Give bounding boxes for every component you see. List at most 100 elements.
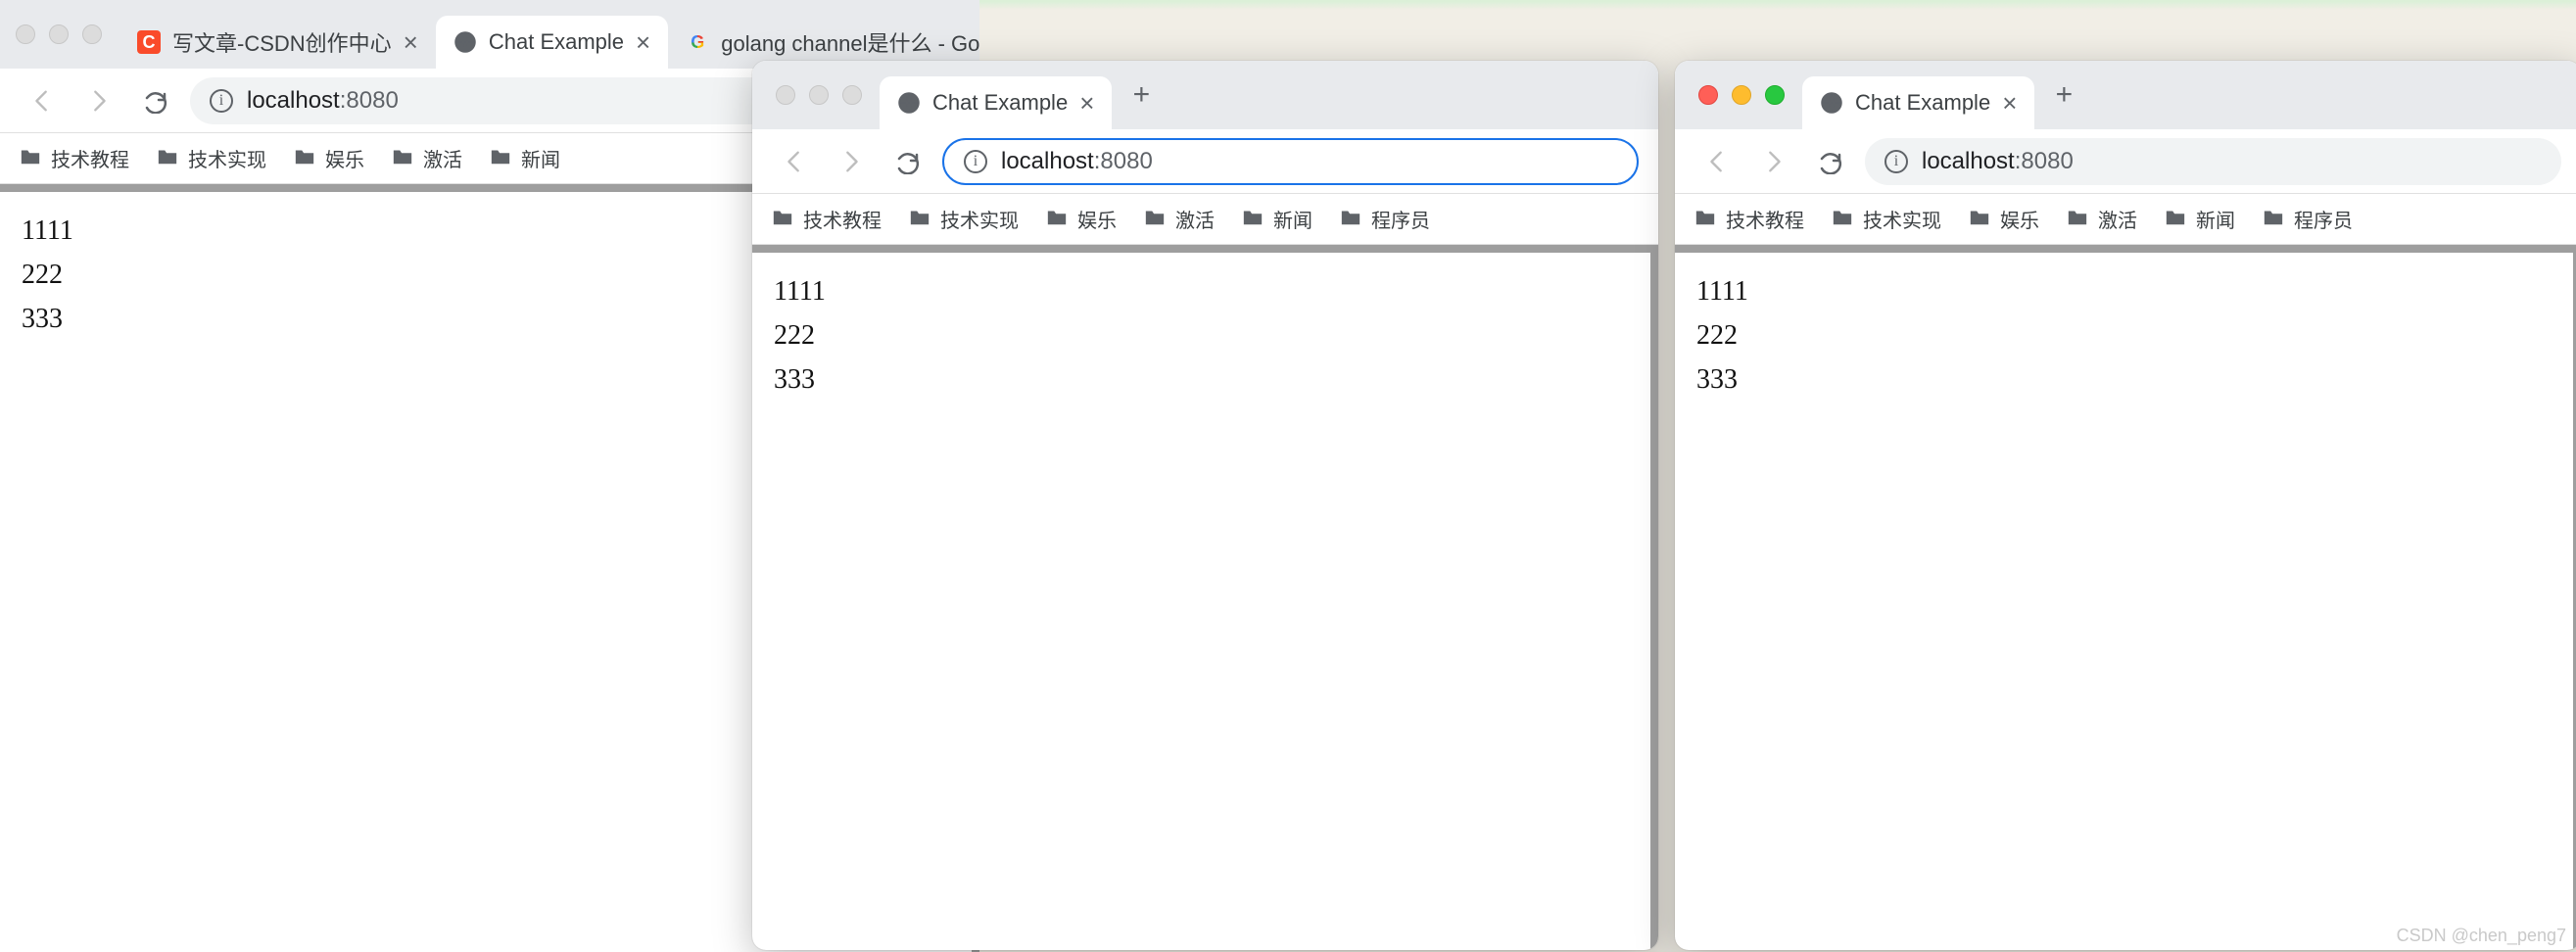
bookmark-label: 激活 [2098, 205, 2137, 233]
tab-close-icon[interactable]: × [404, 27, 418, 58]
bookmark-folder[interactable]: 技术教程 [772, 205, 882, 233]
tab-chat-example[interactable]: Chat Example × [1802, 76, 2034, 129]
bookmark-label: 娱乐 [325, 144, 364, 172]
titlebar[interactable]: Chat Example × + [1675, 61, 2576, 129]
toolbar: i localhost:8080 [1675, 129, 2576, 194]
bookmark-label: 激活 [423, 144, 462, 172]
globe-favicon-icon [453, 30, 477, 54]
chat-line: 333 [774, 358, 1629, 403]
folder-icon [1340, 206, 1361, 233]
bookmark-folder[interactable]: 程序员 [1340, 205, 1430, 233]
tab-label: 写文章-CSDN创作中心 [172, 26, 392, 58]
traffic-zoom-icon[interactable] [1765, 85, 1785, 105]
tab-label: golang channel是什么 - Google [721, 26, 979, 58]
traffic-minimize-icon[interactable] [1732, 85, 1751, 105]
folder-icon [20, 145, 41, 172]
folder-icon [294, 145, 315, 172]
tab-chat-example[interactable]: Chat Example × [880, 76, 1112, 129]
bookmark-folder[interactable]: 新闻 [1242, 205, 1312, 233]
new-tab-button[interactable]: + [1120, 73, 1163, 117]
viewport: 1111 222 333 [752, 245, 1658, 950]
reload-button[interactable] [885, 139, 930, 184]
globe-favicon-icon [897, 91, 921, 115]
bookmark-folder[interactable]: 技术教程 [1694, 205, 1804, 233]
folder-icon [2263, 206, 2284, 233]
tab-strip: Chat Example × + [880, 61, 1645, 129]
back-button[interactable] [1694, 139, 1740, 184]
folder-icon [392, 145, 413, 172]
traffic-zoom-icon[interactable] [842, 85, 862, 105]
traffic-close-icon[interactable] [1698, 85, 1718, 105]
reload-button[interactable] [1808, 139, 1853, 184]
reload-button[interactable] [133, 78, 178, 123]
bookmark-folder[interactable]: 技术教程 [20, 144, 129, 172]
tab-label: Chat Example [1855, 90, 1990, 116]
url-port: :8080 [2015, 148, 2074, 174]
watermark: CSDN @chen_peng7 [2397, 926, 2566, 946]
address-bar[interactable]: i localhost:8080 [942, 138, 1639, 185]
folder-icon [1242, 206, 1264, 233]
titlebar[interactable]: C 写文章-CSDN创作中心 × Chat Example × golang c… [0, 0, 979, 69]
traffic-lights [16, 24, 102, 44]
bookmark-label: 娱乐 [1077, 205, 1117, 233]
back-button[interactable] [772, 139, 817, 184]
tab-close-icon[interactable]: × [1079, 88, 1094, 119]
bookmark-folder[interactable]: 技术实现 [1832, 205, 1941, 233]
csdn-favicon-icon: C [137, 30, 161, 54]
forward-button[interactable] [829, 139, 874, 184]
bookmark-label: 新闻 [521, 144, 560, 172]
bookmark-folder[interactable]: 技术实现 [909, 205, 1019, 233]
folder-icon [1969, 206, 1990, 233]
chat-line: 333 [1696, 358, 2552, 403]
bookmark-folder[interactable]: 娱乐 [1969, 205, 2039, 233]
new-tab-button[interactable]: + [2042, 73, 2085, 117]
back-button[interactable] [20, 78, 65, 123]
tab-close-icon[interactable]: × [2002, 88, 2017, 119]
bookmark-label: 技术实现 [188, 144, 266, 172]
chat-line: 1111 [774, 270, 1629, 314]
titlebar[interactable]: Chat Example × + [752, 61, 1658, 129]
traffic-close-icon[interactable] [776, 85, 795, 105]
bookmark-folder[interactable]: 新闻 [2165, 205, 2235, 233]
folder-icon [909, 206, 930, 233]
folder-icon [1046, 206, 1068, 233]
bookmark-folder[interactable]: 新闻 [490, 144, 560, 172]
traffic-zoom-icon[interactable] [82, 24, 102, 44]
bookmark-folder[interactable]: 技术实现 [157, 144, 266, 172]
tab-close-icon[interactable]: × [636, 27, 650, 58]
traffic-minimize-icon[interactable] [809, 85, 829, 105]
bookmark-label: 激活 [1175, 205, 1215, 233]
site-info-icon[interactable]: i [210, 89, 233, 113]
site-info-icon[interactable]: i [964, 150, 987, 173]
bookmark-folder[interactable]: 激活 [2067, 205, 2137, 233]
tab-csdn[interactable]: C 写文章-CSDN创作中心 × [119, 16, 436, 69]
traffic-minimize-icon[interactable] [49, 24, 69, 44]
url-host: localhost [1922, 148, 2015, 174]
browser-window-3: Chat Example × + i localhost:8080 技术教程 技… [1675, 61, 2576, 950]
tab-chat-example[interactable]: Chat Example × [436, 16, 668, 69]
tab-strip: Chat Example × + [1802, 61, 2567, 129]
address-bar[interactable]: i localhost:8080 [1865, 138, 2561, 185]
bookmark-label: 新闻 [2196, 205, 2235, 233]
folder-icon [1832, 206, 1853, 233]
chat-line: 1111 [1696, 270, 2552, 314]
forward-button[interactable] [1751, 139, 1796, 184]
traffic-lights [776, 85, 862, 105]
bookmark-folder[interactable]: 娱乐 [1046, 205, 1117, 233]
url-host: localhost [1001, 148, 1094, 174]
folder-icon [157, 145, 178, 172]
tab-label: Chat Example [932, 90, 1068, 116]
page-content: 1111 222 333 [1675, 253, 2573, 950]
folder-icon [2067, 206, 2088, 233]
site-info-icon[interactable]: i [1884, 150, 1908, 173]
url-port: :8080 [340, 87, 399, 114]
bookmark-label: 技术教程 [803, 205, 882, 233]
traffic-close-icon[interactable] [16, 24, 35, 44]
bookmark-folder[interactable]: 激活 [392, 144, 462, 172]
bookmark-folder[interactable]: 激活 [1144, 205, 1215, 233]
bookmark-folder[interactable]: 娱乐 [294, 144, 364, 172]
forward-button[interactable] [76, 78, 121, 123]
bookmark-label: 娱乐 [2000, 205, 2039, 233]
url-port: :8080 [1094, 148, 1153, 174]
bookmark-folder[interactable]: 程序员 [2263, 205, 2353, 233]
